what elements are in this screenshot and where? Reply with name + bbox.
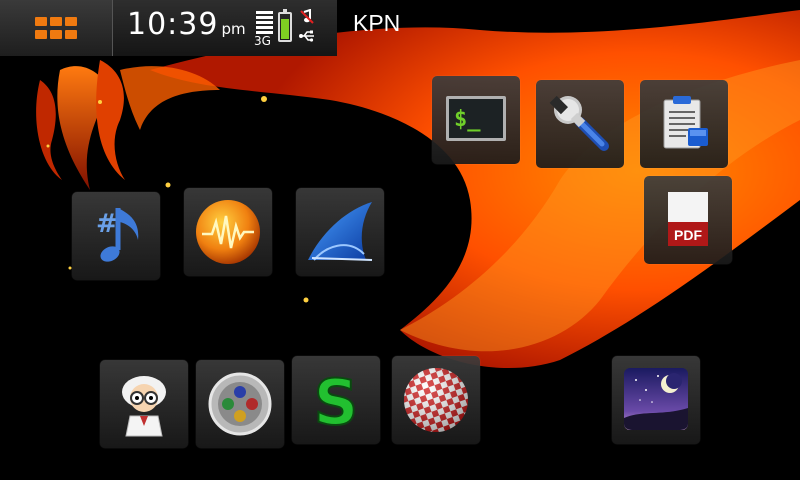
app-settings[interactable] (536, 80, 624, 168)
app-audio-player[interactable] (184, 188, 272, 276)
usb-icon (299, 30, 314, 42)
terminal-icon: $_ (446, 96, 506, 141)
terminal-prompt-text: $_ (454, 107, 481, 132)
app-wireshark[interactable] (296, 188, 384, 276)
app-mad-scientist[interactable] (100, 360, 188, 448)
battery-level-fill (281, 19, 289, 39)
app-pdf-reader[interactable]: PDF (644, 176, 732, 264)
green-s-letter: S (314, 366, 359, 439)
app-amiga-ball[interactable] (392, 356, 480, 444)
wrench-settings-icon (549, 95, 609, 151)
app-grid-icon (35, 17, 77, 41)
music-sharp-note-icon: # (96, 208, 139, 262)
status-area[interactable]: 10:39 pm 3G (113, 0, 337, 56)
operator-name: KPN (353, 10, 401, 36)
battery-icon (278, 9, 292, 42)
pdf-label: PDF (674, 227, 702, 243)
clock: 10:39 pm (127, 7, 246, 42)
green-s-icon: S (313, 365, 360, 440)
audio-waveform-orb-icon (196, 200, 260, 264)
gamepad-buttons-icon (208, 372, 272, 436)
clock-time: 10:39 (127, 7, 219, 42)
music-muted-icon (300, 9, 314, 24)
pdf-document-icon: PDF (668, 192, 708, 246)
signal-strength-icon (256, 11, 273, 35)
network-type-label: 3G (254, 34, 271, 48)
checkered-ball-icon (404, 368, 468, 432)
app-green-s[interactable]: S (292, 356, 380, 444)
app-music[interactable]: # (72, 192, 160, 280)
app-game-emulator[interactable] (196, 360, 284, 448)
app-menu-button[interactable] (0, 0, 113, 56)
mad-scientist-icon (122, 376, 166, 437)
clipboard-notes-icon (663, 96, 708, 149)
status-bar: 10:39 pm 3G (0, 0, 337, 56)
sharp-sign: # (96, 209, 118, 239)
app-terminal[interactable]: $_ (432, 76, 520, 164)
app-night-sky[interactable] (612, 356, 700, 444)
clock-ampm: pm (221, 20, 246, 38)
wireshark-fin-icon (308, 202, 373, 261)
app-notes[interactable] (640, 80, 728, 168)
night-sky-moon-icon (624, 368, 688, 430)
